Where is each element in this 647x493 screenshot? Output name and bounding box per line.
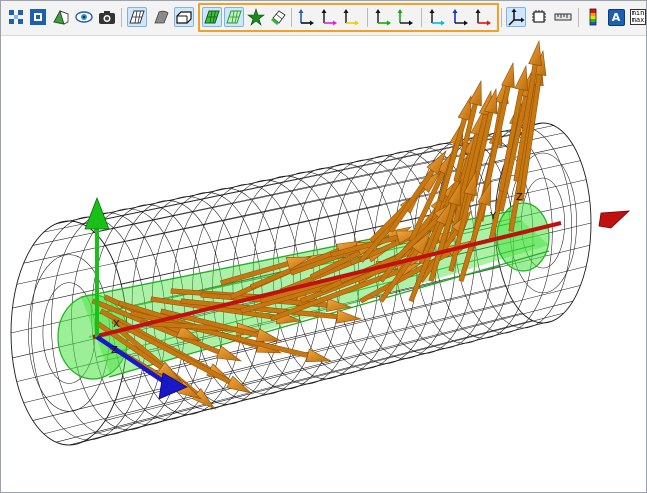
probe-icon xyxy=(271,10,286,25)
triad-red-button[interactable] xyxy=(473,7,493,27)
star-icon xyxy=(247,8,265,26)
vector-arrow-head xyxy=(501,61,515,89)
ruler-button[interactable] xyxy=(553,7,573,27)
toolbar-separator xyxy=(121,8,122,27)
chip-icon xyxy=(532,10,546,23)
view-fit-button[interactable] xyxy=(6,7,26,27)
legend-button[interactable] xyxy=(583,7,603,27)
triad-green2-button[interactable] xyxy=(395,7,415,27)
model-canvas[interactable]: X Y Z Z xyxy=(1,36,646,492)
wire-mesh-icon xyxy=(226,10,242,24)
toolbar-separator xyxy=(501,8,502,27)
toolbar-separator xyxy=(421,8,422,27)
filled-mesh-icon xyxy=(204,10,220,24)
view-zoom-button[interactable] xyxy=(28,7,48,27)
toolbar: A min max xyxy=(1,1,646,36)
visibility-button[interactable] xyxy=(74,7,94,27)
minmax-button[interactable]: min max xyxy=(628,7,647,27)
min-max-icon: min max xyxy=(630,9,646,25)
outline-button[interactable] xyxy=(174,7,194,27)
ruler-icon xyxy=(554,13,572,21)
x-axis-label: X xyxy=(113,319,120,330)
axis-triad-icon xyxy=(321,9,337,26)
y-axis-label: Y xyxy=(489,211,497,222)
camera-icon xyxy=(99,11,115,24)
mesh-icon xyxy=(129,10,145,24)
star-button[interactable] xyxy=(246,7,266,27)
chip-button[interactable] xyxy=(529,7,549,27)
view-3d-button[interactable] xyxy=(51,7,71,27)
toolbar-separator xyxy=(367,8,368,27)
axis-triad-icon xyxy=(298,9,314,26)
toolbar-separator xyxy=(291,8,292,27)
wire-mesh-button[interactable] xyxy=(224,7,244,27)
surface-icon xyxy=(154,10,169,24)
vector-arrow-head xyxy=(468,79,482,107)
axis-triad-icon xyxy=(375,9,391,26)
surface-button[interactable] xyxy=(151,7,171,27)
axis-triad-icon xyxy=(343,9,359,26)
toolbar-separator xyxy=(578,8,579,27)
axis-triad-icon xyxy=(508,8,525,26)
fit-view-icon xyxy=(9,10,23,24)
vector-arrow-head xyxy=(514,64,528,92)
probe-button[interactable] xyxy=(268,7,288,27)
app-window: A min max X Y Z Z xyxy=(0,0,647,493)
z-axis-label-far: Z xyxy=(516,192,523,203)
outline-icon xyxy=(176,11,192,24)
global-triad-button[interactable] xyxy=(506,7,526,27)
text-annotation-icon: A xyxy=(607,8,625,26)
triad-black-button[interactable] xyxy=(296,7,316,27)
color-legend-icon xyxy=(589,8,597,26)
3d-viewport[interactable]: X Y Z Z xyxy=(1,36,646,492)
axis-triad-icon xyxy=(429,9,445,26)
triad-yellow-button[interactable] xyxy=(341,7,361,27)
iso-view-icon xyxy=(53,10,69,25)
eye-icon xyxy=(75,11,93,23)
vector-arrow-head xyxy=(457,94,472,122)
triad-cyan-button[interactable] xyxy=(427,7,447,27)
triad-blue-button[interactable] xyxy=(450,7,470,27)
zoom-region-icon xyxy=(30,9,46,25)
max-label: max xyxy=(631,16,645,24)
fill-mesh-button[interactable] xyxy=(202,7,222,27)
axis-triad-icon xyxy=(452,9,468,26)
axis-triad-icon xyxy=(397,9,413,26)
axis-triad-icon xyxy=(475,9,491,26)
triad-magenta-button[interactable] xyxy=(319,7,339,27)
vector-arrow-head xyxy=(336,309,363,324)
mesh-button[interactable] xyxy=(127,7,147,27)
x-axis-arrowhead xyxy=(598,210,631,229)
vector-arrow-head xyxy=(528,39,542,67)
annotation-button[interactable]: A xyxy=(606,7,626,27)
screenshot-button[interactable] xyxy=(97,7,117,27)
triad-green-button[interactable] xyxy=(373,7,393,27)
z-axis-label: Z xyxy=(111,345,118,356)
